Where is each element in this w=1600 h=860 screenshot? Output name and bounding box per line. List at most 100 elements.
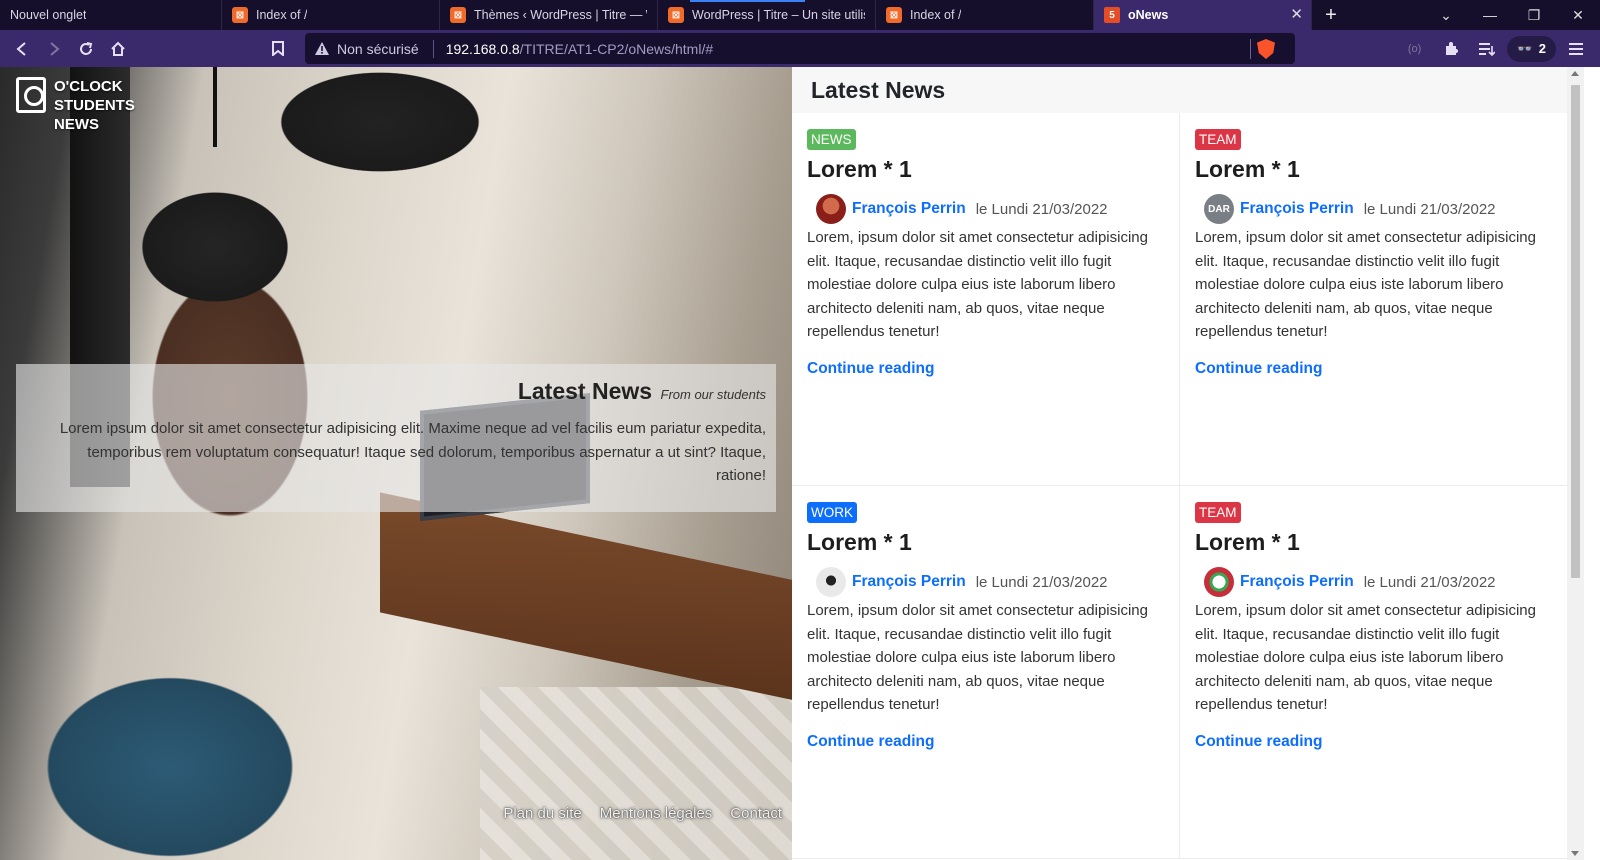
article-card: TEAM Lorem * 1 François Perrin le Lundi …: [1180, 486, 1584, 859]
continue-reading-link[interactable]: Continue reading: [1195, 733, 1322, 751]
logo-icon: [16, 77, 46, 113]
article-meta: François Perrin le Lundi 21/03/2022: [807, 193, 1179, 225]
article-card: WORK Lorem * 1 François Perrin le Lundi …: [792, 486, 1180, 859]
scroll-up-icon[interactable]: [1571, 71, 1579, 76]
address-bar[interactable]: Non sécurisé 192.168.0.8/TITRE/AT1-CP2/o…: [305, 33, 1295, 64]
author-link[interactable]: François Perrin: [852, 573, 966, 591]
hero-description: Lorem ipsum dolor sit amet consectetur a…: [59, 420, 766, 484]
tab-index-of-2[interactable]: ⊠ Index of /: [876, 0, 1094, 30]
continue-reading-link[interactable]: Continue reading: [807, 733, 934, 751]
news-section: Latest News NEWS Lorem * 1 François Perr…: [792, 67, 1584, 860]
restore-button[interactable]: ❐: [1512, 0, 1556, 30]
news-header: Latest News: [792, 67, 1584, 113]
article-excerpt: Lorem, ipsum dolor sit amet consectetur …: [807, 602, 1148, 713]
xampp-icon: ⊠: [232, 7, 248, 23]
author-avatar: DAR: [1204, 194, 1234, 224]
article-meta: DAR François Perrin le Lundi 21/03/2022: [1195, 193, 1584, 225]
article-title[interactable]: Lorem * 1: [1195, 529, 1584, 556]
article-excerpt: Lorem, ipsum dolor sit amet consectetur …: [1195, 602, 1536, 713]
category-badge[interactable]: WORK: [807, 502, 857, 523]
new-tab-button[interactable]: +: [1312, 0, 1350, 30]
tab-loading-indicator: [690, 0, 805, 2]
back-icon: [16, 41, 26, 56]
forward-button[interactable]: [38, 34, 70, 64]
minimize-button[interactable]: —: [1468, 0, 1512, 30]
article-date: le Lundi 21/03/2022: [975, 573, 1108, 591]
author-link[interactable]: François Perrin: [852, 200, 966, 218]
category-badge[interactable]: TEAM: [1195, 502, 1241, 523]
site-logo[interactable]: O'CLOCK STUDENTS NEWS: [16, 77, 135, 134]
bookmark-icon: [272, 40, 284, 56]
tab-strip: Nouvel onglet ⊠ Index of / ⊠ Thèmes ‹ Wo…: [0, 0, 1600, 30]
bookmark-button[interactable]: [262, 33, 294, 63]
scroll-down-icon[interactable]: [1571, 851, 1579, 856]
tab-onews[interactable]: 5 oNews ✕: [1094, 0, 1312, 30]
vertical-scrollbar[interactable]: [1567, 67, 1584, 860]
close-tab-icon[interactable]: ✕: [1290, 7, 1303, 22]
xampp-icon: ⊠: [886, 7, 902, 23]
url-host: 192.168.0.8: [445, 40, 520, 57]
brave-rewards-icon[interactable]: (o): [1399, 34, 1431, 64]
page-title: Latest News: [811, 77, 946, 103]
reading-list-icon[interactable]: [1471, 34, 1503, 64]
xampp-icon: ⊠: [668, 7, 684, 23]
article-title[interactable]: Lorem * 1: [807, 156, 1179, 183]
tab-search-icon[interactable]: ⌄: [1424, 0, 1468, 30]
hero-subtitle: From our students: [660, 387, 767, 402]
author-avatar: [816, 194, 846, 224]
profile-button[interactable]: 👓 2: [1506, 35, 1556, 62]
reload-button[interactable]: [70, 34, 102, 64]
article-meta: François Perrin le Lundi 21/03/2022: [807, 566, 1179, 598]
html5-icon: 5: [1104, 7, 1120, 23]
continue-reading-link[interactable]: Continue reading: [807, 360, 934, 378]
extensions-area: (o) 👓 2: [1399, 33, 1592, 64]
hero-title: Latest News: [517, 378, 653, 404]
article-title[interactable]: Lorem * 1: [807, 529, 1179, 556]
brave-shields-icon[interactable]: [1257, 39, 1275, 59]
security-label: Non sécurisé: [337, 40, 419, 57]
tab-title: Nouvel onglet: [10, 8, 87, 22]
article-date: le Lundi 21/03/2022: [975, 200, 1108, 218]
footer-link-sitemap[interactable]: Plan du site: [503, 805, 581, 822]
author-link[interactable]: François Perrin: [1240, 200, 1354, 218]
continue-reading-link[interactable]: Continue reading: [1195, 360, 1322, 378]
glasses-icon: 👓: [1516, 40, 1533, 56]
extensions-icon[interactable]: [1435, 34, 1467, 64]
profile-count: 2: [1538, 41, 1546, 56]
close-window-button[interactable]: ✕: [1556, 0, 1600, 30]
home-icon: [111, 41, 125, 56]
tab-title: WordPress | Titre – Un site utilisant: [692, 8, 865, 22]
tab-wordpress-themes[interactable]: ⊠ Thèmes ‹ WordPress | Titre — Word: [440, 0, 658, 30]
article-title[interactable]: Lorem * 1: [1195, 156, 1584, 183]
article-excerpt: Lorem, ipsum dolor sit amet consectetur …: [807, 229, 1148, 340]
reload-icon: [80, 41, 93, 55]
category-badge[interactable]: NEWS: [807, 129, 856, 150]
menu-icon[interactable]: [1560, 34, 1592, 64]
page-viewport: O'CLOCK STUDENTS NEWS Latest News From o…: [0, 67, 1600, 860]
security-indicator[interactable]: Non sécurisé: [315, 41, 419, 57]
footer-link-legal[interactable]: Mentions légales: [600, 805, 713, 822]
article-grid: NEWS Lorem * 1 François Perrin le Lundi …: [792, 113, 1584, 859]
article-card: TEAM Lorem * 1 DAR François Perrin le Lu…: [1180, 113, 1584, 486]
author-avatar: [1204, 567, 1234, 597]
home-button[interactable]: [102, 34, 134, 64]
warning-icon: [315, 42, 329, 55]
hero-intro-card: Latest News From our students Lorem ipsu…: [16, 364, 776, 512]
tab-wordpress-site[interactable]: ⊠ WordPress | Titre – Un site utilisant: [658, 0, 876, 30]
tab-title: oNews: [1128, 8, 1169, 22]
back-button[interactable]: [6, 34, 38, 64]
brand-name: O'CLOCK STUDENTS NEWS: [54, 78, 135, 133]
author-link[interactable]: François Perrin: [1240, 573, 1354, 591]
author-avatar: [816, 567, 846, 597]
xampp-icon: ⊠: [450, 7, 466, 23]
article-date: le Lundi 21/03/2022: [1363, 573, 1496, 591]
category-badge[interactable]: TEAM: [1195, 129, 1241, 150]
browser-toolbar: Non sécurisé 192.168.0.8/TITRE/AT1-CP2/o…: [0, 30, 1600, 67]
tab-new-tab[interactable]: Nouvel onglet: [0, 0, 222, 30]
tab-title: Index of /: [256, 8, 308, 22]
scrollbar-thumb[interactable]: [1571, 85, 1580, 578]
footer-link-contact[interactable]: Contact: [730, 805, 782, 822]
tab-title: Index of /: [910, 8, 962, 22]
tab-index-of-1[interactable]: ⊠ Index of /: [222, 0, 440, 30]
hero-section: O'CLOCK STUDENTS NEWS Latest News From o…: [0, 67, 792, 860]
